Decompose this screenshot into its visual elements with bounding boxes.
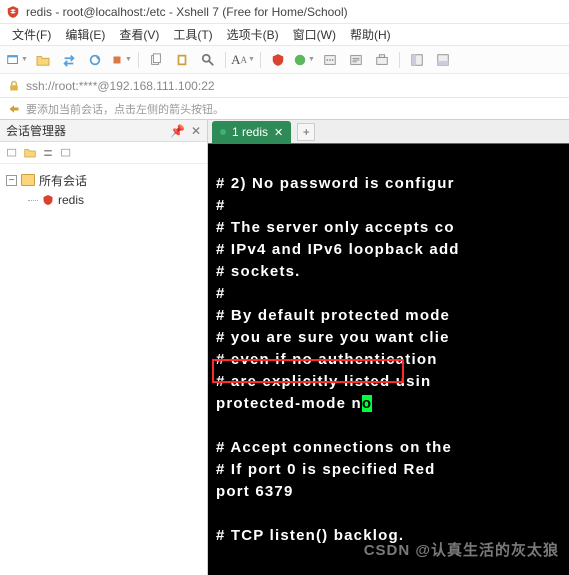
- terminal[interactable]: # 2) No password is configur # # The ser…: [208, 144, 569, 575]
- folder-icon: [21, 174, 35, 186]
- sm-folder-icon[interactable]: [24, 147, 36, 158]
- toolbar-separator: [399, 52, 400, 68]
- reconnect-button[interactable]: [84, 50, 106, 70]
- session-manager-title: 会话管理器: [6, 122, 66, 139]
- tree-item-redis[interactable]: redis: [4, 190, 203, 210]
- tab-redis[interactable]: 1 redis ✕: [212, 121, 291, 143]
- main-area: 会话管理器 📌 ✕ − 所有会话 redis: [0, 120, 569, 575]
- close-panel-icon[interactable]: ✕: [191, 124, 201, 138]
- session-manager-header: 会话管理器 📌 ✕: [0, 120, 207, 142]
- tool-e-button[interactable]: [432, 50, 454, 70]
- pin-icon[interactable]: 📌: [170, 124, 185, 138]
- new-tab-button[interactable]: +: [297, 123, 315, 141]
- xshell-button[interactable]: [267, 50, 289, 70]
- menu-edit[interactable]: 编辑(E): [59, 24, 111, 45]
- menu-bar: 文件(F) 编辑(E) 查看(V) 工具(T) 选项卡(B) 窗口(W) 帮助(…: [0, 24, 569, 46]
- new-session-button[interactable]: ▼: [6, 50, 28, 70]
- tab-strip: 1 redis ✕ +: [208, 120, 569, 144]
- tree-item-label: redis: [58, 193, 84, 207]
- menu-tab[interactable]: 选项卡(B): [221, 24, 285, 45]
- window-title: redis - root@localhost:/etc - Xshell 7 (…: [26, 5, 348, 19]
- terminal-cursor: o: [362, 395, 372, 412]
- session-manager-toolbar: [0, 142, 207, 164]
- app-icon: [6, 5, 20, 19]
- address-bar: ssh://root:****@192.168.111.100:22: [0, 74, 569, 98]
- content-area: 1 redis ✕ + # 2) No password is configur…: [208, 120, 569, 575]
- menu-tools[interactable]: 工具(T): [167, 24, 218, 45]
- menu-window[interactable]: 窗口(W): [287, 24, 342, 45]
- tab-close-icon[interactable]: ✕: [274, 126, 283, 139]
- find-button[interactable]: [197, 50, 219, 70]
- toolbar: ▼ ▼ AA▼ ▼: [0, 46, 569, 74]
- session-icon: [42, 194, 54, 206]
- add-session-arrow-icon[interactable]: [8, 103, 20, 115]
- open-button[interactable]: [32, 50, 54, 70]
- font-button[interactable]: AA▼: [232, 50, 254, 70]
- menu-view[interactable]: 查看(V): [113, 24, 165, 45]
- tree-connector: [28, 200, 38, 201]
- highlight-box: [212, 359, 404, 383]
- toolbar-separator: [260, 52, 261, 68]
- status-dot-icon: [220, 129, 226, 135]
- title-bar: redis - root@localhost:/etc - Xshell 7 (…: [0, 0, 569, 24]
- color-scheme-button[interactable]: ▼: [293, 50, 315, 70]
- hint-text: 要添加当前会话，点击左侧的箭头按钮。: [26, 101, 224, 117]
- session-tree: − 所有会话 redis: [0, 164, 207, 216]
- sm-more-icon[interactable]: [60, 147, 72, 159]
- tree-root-all-sessions[interactable]: − 所有会话: [4, 170, 203, 190]
- tool-d-button[interactable]: [406, 50, 428, 70]
- collapse-icon[interactable]: −: [6, 175, 17, 186]
- sm-transfer-icon[interactable]: [42, 147, 54, 159]
- hint-bar: 要添加当前会话，点击左侧的箭头按钮。: [0, 98, 569, 120]
- disconnect-button[interactable]: ▼: [110, 50, 132, 70]
- toolbar-separator: [225, 52, 226, 68]
- paste-button[interactable]: [171, 50, 193, 70]
- transfer-button[interactable]: [58, 50, 80, 70]
- session-manager-panel: 会话管理器 📌 ✕ − 所有会话 redis: [0, 120, 208, 575]
- tab-label: 1 redis: [232, 125, 268, 139]
- tool-a-button[interactable]: [319, 50, 341, 70]
- sm-new-icon[interactable]: [6, 147, 18, 159]
- menu-file[interactable]: 文件(F): [6, 24, 57, 45]
- toolbar-separator: [138, 52, 139, 68]
- copy-button[interactable]: [145, 50, 167, 70]
- address-text[interactable]: ssh://root:****@192.168.111.100:22: [26, 79, 215, 93]
- tool-b-button[interactable]: [345, 50, 367, 70]
- watermark: CSDN @认真生活的灰太狼: [364, 540, 559, 561]
- tree-root-label: 所有会话: [39, 172, 87, 189]
- lock-icon: [8, 80, 20, 92]
- tool-c-button[interactable]: [371, 50, 393, 70]
- menu-help[interactable]: 帮助(H): [344, 24, 397, 45]
